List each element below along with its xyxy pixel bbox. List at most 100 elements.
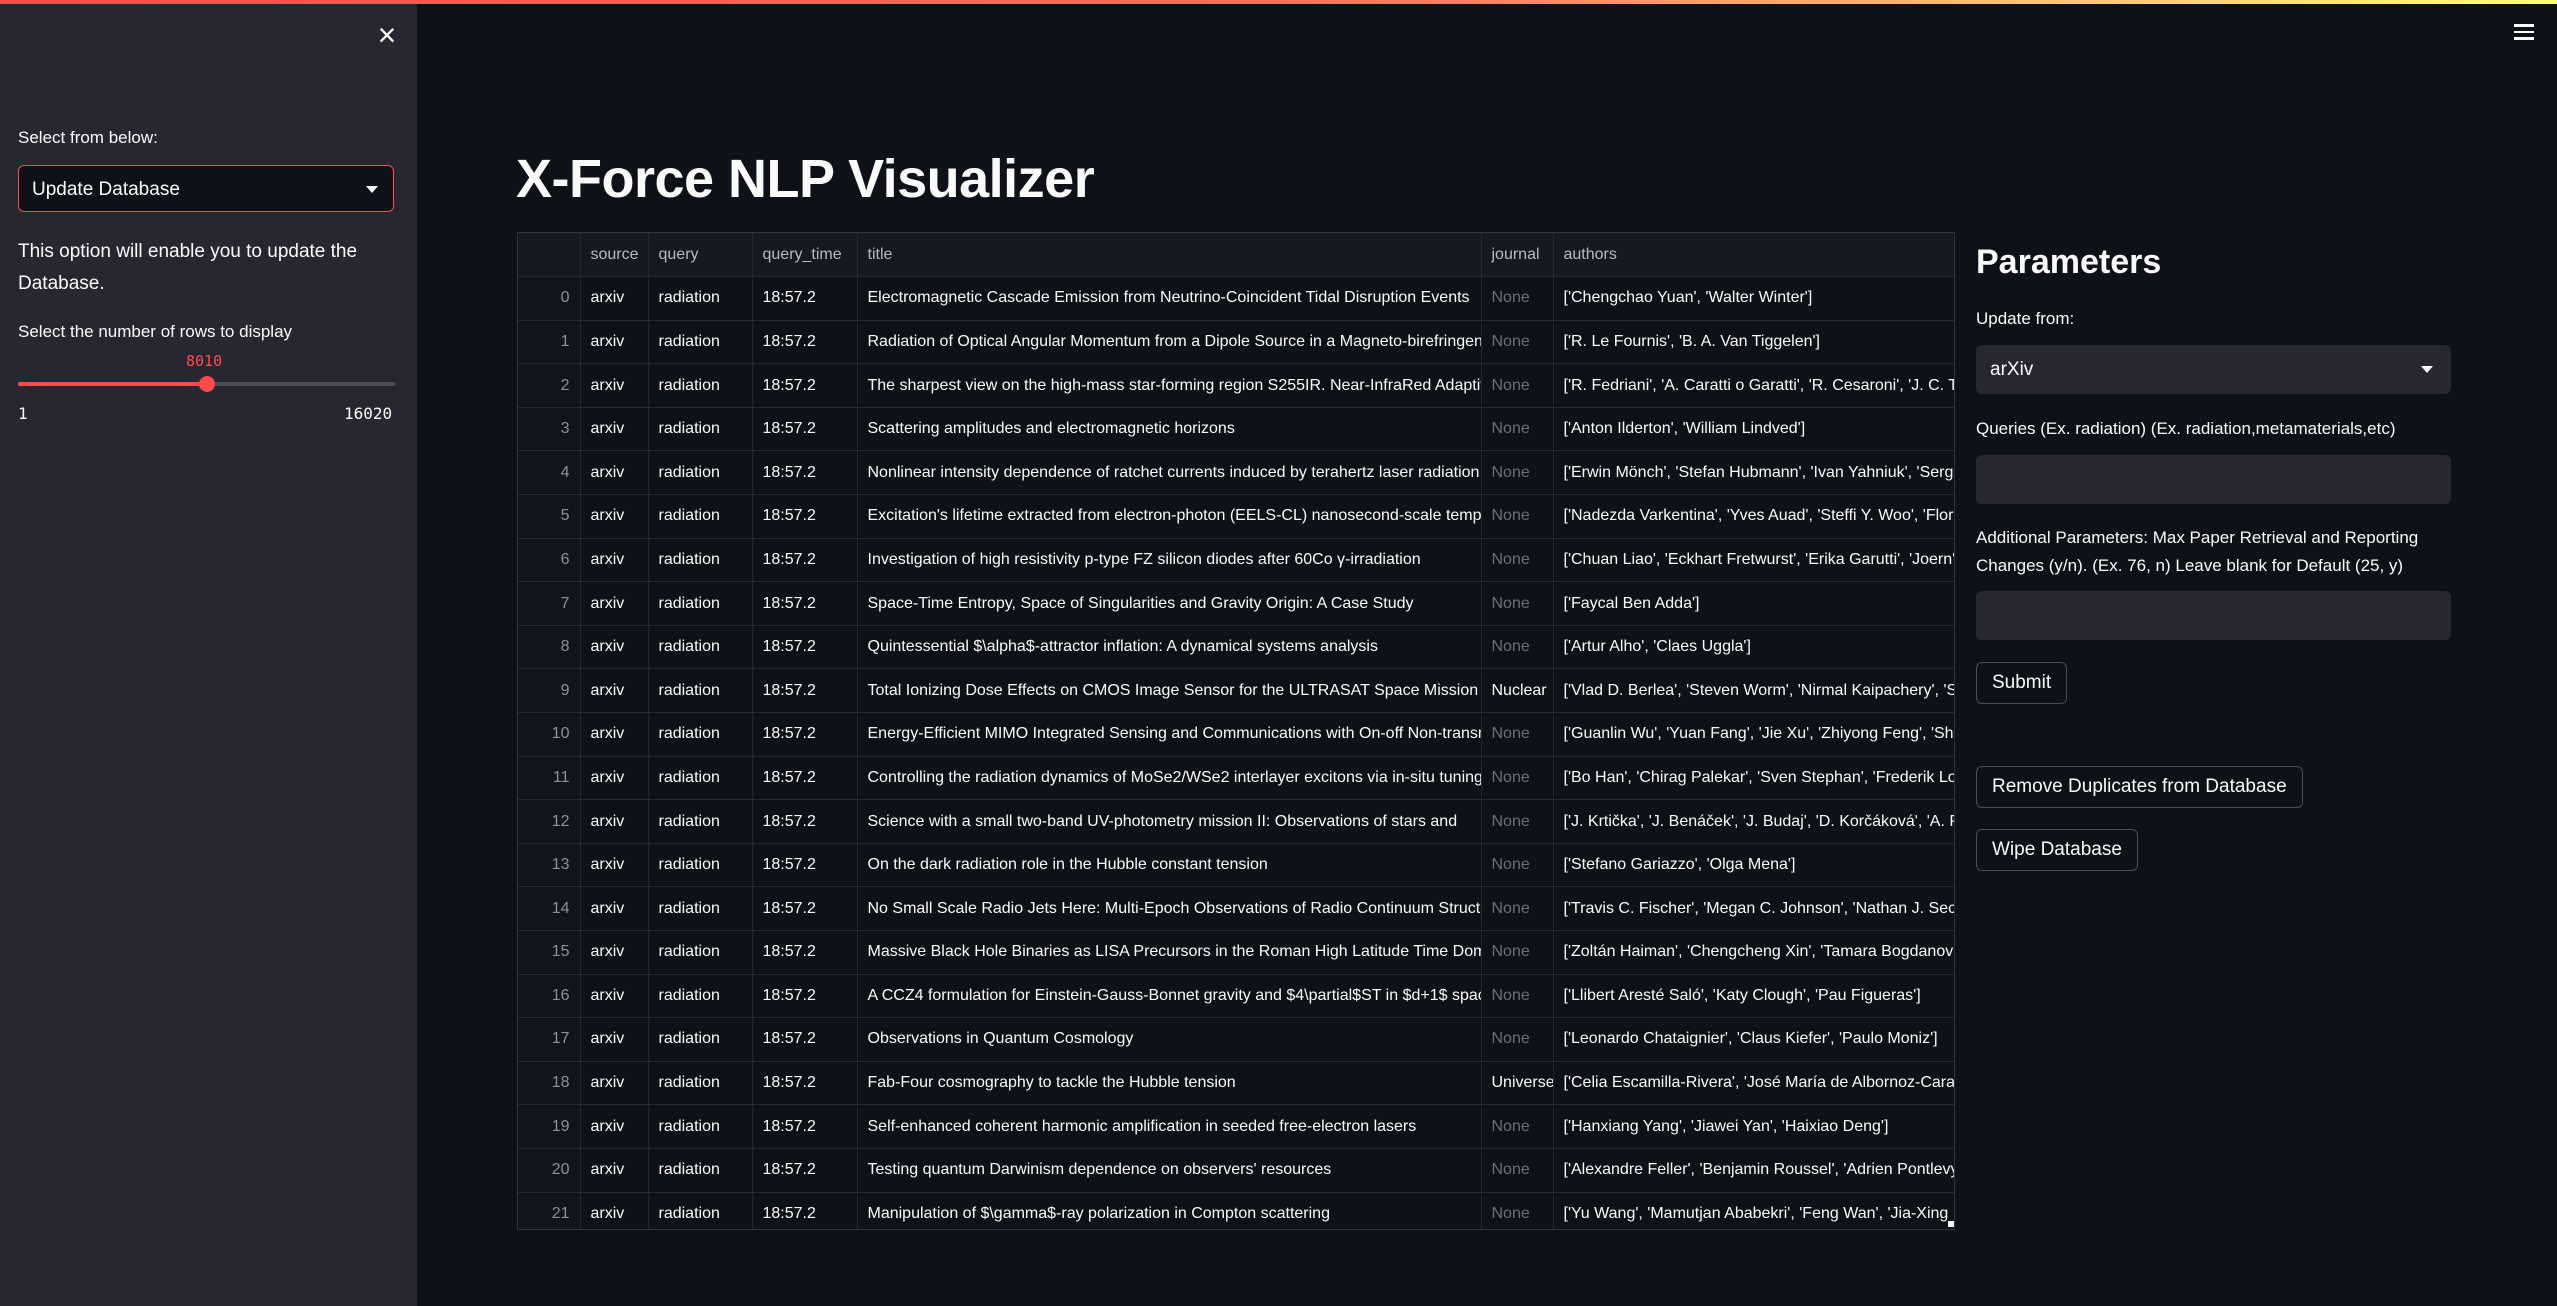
- table-cell[interactable]: arxiv: [580, 843, 649, 888]
- table-cell[interactable]: ['Llibert Aresté Saló', 'Katy Clough', '…: [1553, 974, 1954, 1019]
- table-row[interactable]: 14 arxiv radiation 18:57.2 No Small Scale Ra…: [518, 886, 1954, 931]
- table-cell[interactable]: 18:57.2: [752, 407, 858, 452]
- table-cell[interactable]: radiation: [648, 363, 753, 408]
- table-cell[interactable]: Radiation of Optical Angular Momentum fr…: [857, 320, 1482, 365]
- table-cell[interactable]: 18:57.2: [752, 756, 858, 801]
- table-cell[interactable]: ['Artur Alho', 'Claes Uggla']: [1553, 625, 1954, 670]
- table-row[interactable]: 3 arxiv radiation 18:57.2 Scattering amplitu…: [518, 407, 1954, 452]
- table-cell[interactable]: 16: [518, 974, 581, 1019]
- table-cell[interactable]: radiation: [648, 886, 753, 931]
- table-cell[interactable]: None: [1481, 1148, 1554, 1193]
- table-row[interactable]: 21 arxiv radiation 18:57.2 Manipulation of $…: [518, 1192, 1954, 1229]
- table-cell[interactable]: 0: [518, 276, 581, 321]
- table-cell[interactable]: radiation: [648, 450, 753, 496]
- table-cell[interactable]: Manipulation of $\gamma$-ray polarizatio…: [857, 1192, 1482, 1229]
- table-cell[interactable]: 18:57.2: [752, 363, 858, 408]
- table-row[interactable]: 0 arxiv radiation 18:57.2 Electromagnetic Ca…: [518, 276, 1954, 321]
- table-cell[interactable]: radiation: [648, 974, 753, 1019]
- table-cell[interactable]: 3: [518, 407, 581, 452]
- additional-params-input[interactable]: [1976, 591, 2451, 640]
- table-row[interactable]: 13 arxiv radiation 18:57.2 On the dark radia…: [518, 843, 1954, 888]
- table-row[interactable]: 8 arxiv radiation 18:57.2 Quintessential $\a…: [518, 625, 1954, 670]
- table-cell[interactable]: arxiv: [580, 494, 649, 539]
- table-cell[interactable]: ['Zoltán Haiman', 'Chengcheng Xin', 'Tam…: [1553, 930, 1954, 975]
- table-row[interactable]: 15 arxiv radiation 18:57.2 Massive Black Hol…: [518, 930, 1954, 975]
- column-header[interactable]: authors: [1553, 233, 1954, 278]
- table-cell[interactable]: 21: [518, 1192, 581, 1229]
- remove-duplicates-button[interactable]: Remove Duplicates from Database: [1976, 766, 2303, 808]
- rows-slider-thumb[interactable]: [198, 376, 215, 392]
- table-row[interactable]: 10 arxiv radiation 18:57.2 Energy-Efficient …: [518, 712, 1954, 757]
- table-cell[interactable]: Massive Black Hole Binaries as LISA Prec…: [857, 930, 1482, 975]
- table-cell[interactable]: arxiv: [580, 1017, 649, 1062]
- table-cell[interactable]: arxiv: [580, 712, 649, 757]
- table-cell[interactable]: Nonlinear intensity dependence of ratche…: [857, 450, 1482, 496]
- table-cell[interactable]: 18:57.2: [752, 974, 858, 1019]
- table-cell[interactable]: arxiv: [580, 974, 649, 1019]
- table-cell[interactable]: None: [1481, 712, 1554, 757]
- table-cell[interactable]: ['Chuan Liao', 'Eckhart Fretwurst', 'Eri…: [1553, 538, 1954, 583]
- table-cell[interactable]: None: [1481, 886, 1554, 931]
- table-cell[interactable]: 18:57.2: [752, 668, 858, 714]
- table-cell[interactable]: None: [1481, 843, 1554, 888]
- table-cell[interactable]: None: [1481, 581, 1554, 626]
- table-cell[interactable]: ['Anton Ilderton', 'William Lindved']: [1553, 407, 1954, 452]
- table-row[interactable]: 20 arxiv radiation 18:57.2 Testing quantum D…: [518, 1148, 1954, 1193]
- table-cell[interactable]: radiation: [648, 1061, 753, 1106]
- table-cell[interactable]: Nuclear: [1481, 668, 1554, 714]
- table-cell[interactable]: radiation: [648, 407, 753, 452]
- column-header[interactable]: title: [857, 233, 1482, 278]
- table-cell[interactable]: ['Celia Escamilla-Rivera', 'José María d…: [1553, 1061, 1954, 1106]
- menu-icon[interactable]: [2514, 24, 2534, 44]
- table-cell[interactable]: ['Vlad D. Berlea', 'Steven Worm', 'Nirma…: [1553, 668, 1954, 714]
- table-cell[interactable]: 18:57.2: [752, 712, 858, 757]
- table-cell[interactable]: radiation: [648, 1017, 753, 1062]
- table-row[interactable]: 6 arxiv radiation 18:57.2 Investigation of h…: [518, 538, 1954, 583]
- table-cell[interactable]: arxiv: [580, 1148, 649, 1193]
- table-cell[interactable]: 18:57.2: [752, 843, 858, 888]
- table-cell[interactable]: arxiv: [580, 363, 649, 408]
- table-cell[interactable]: 4: [518, 450, 581, 496]
- table-cell[interactable]: arxiv: [580, 320, 649, 365]
- table-cell[interactable]: None: [1481, 538, 1554, 583]
- table-cell[interactable]: Universe: [1481, 1061, 1554, 1106]
- table-cell[interactable]: Observations in Quantum Cosmology: [857, 1017, 1482, 1062]
- table-cell[interactable]: 18:57.2: [752, 450, 858, 496]
- table-cell[interactable]: No Small Scale Radio Jets Here: Multi-Ep…: [857, 886, 1482, 931]
- table-row[interactable]: 5 arxiv radiation 18:57.2 Excitation's lifet…: [518, 494, 1954, 539]
- table-cell[interactable]: 20: [518, 1148, 581, 1193]
- table-cell[interactable]: ['Travis C. Fischer', 'Megan C. Johnson'…: [1553, 886, 1954, 931]
- table-cell[interactable]: A CCZ4 formulation for Einstein-Gauss-Bo…: [857, 974, 1482, 1019]
- table-cell[interactable]: None: [1481, 930, 1554, 975]
- table-cell[interactable]: ['Erwin Mönch', 'Stefan Hubmann', 'Ivan …: [1553, 450, 1954, 496]
- table-cell[interactable]: arxiv: [580, 1192, 649, 1229]
- column-header[interactable]: journal: [1481, 233, 1554, 278]
- column-header[interactable]: query_time: [752, 233, 858, 278]
- table-cell[interactable]: 18:57.2: [752, 1017, 858, 1062]
- table-cell[interactable]: Controlling the radiation dynamics of Mo…: [857, 756, 1482, 801]
- table-cell[interactable]: ['Hanxiang Yang', 'Jiawei Yan', 'Haixiao…: [1553, 1104, 1954, 1149]
- table-cell[interactable]: 7: [518, 581, 581, 626]
- table-cell[interactable]: 18:57.2: [752, 538, 858, 583]
- table-cell[interactable]: ['Yu Wang', 'Mamutjan Ababekri', 'Feng W…: [1553, 1192, 1954, 1229]
- table-cell[interactable]: Quintessential $\alpha$-attractor inflat…: [857, 625, 1482, 670]
- table-cell[interactable]: 18:57.2: [752, 1148, 858, 1193]
- table-cell[interactable]: arxiv: [580, 276, 649, 321]
- table-cell[interactable]: radiation: [648, 930, 753, 975]
- table-cell[interactable]: radiation: [648, 320, 753, 365]
- table-cell[interactable]: None: [1481, 450, 1554, 496]
- table-cell[interactable]: 8: [518, 625, 581, 670]
- table-cell[interactable]: Scattering amplitudes and electromagneti…: [857, 407, 1482, 452]
- table-cell[interactable]: radiation: [648, 756, 753, 801]
- table-cell[interactable]: radiation: [648, 1148, 753, 1193]
- table-cell[interactable]: None: [1481, 756, 1554, 801]
- table-cell[interactable]: ['Leonardo Chataignier', 'Claus Kiefer',…: [1553, 1017, 1954, 1062]
- table-cell[interactable]: 2: [518, 363, 581, 408]
- column-header[interactable]: [518, 233, 581, 278]
- table-cell[interactable]: radiation: [648, 276, 753, 321]
- table-cell[interactable]: 19: [518, 1104, 581, 1149]
- table-cell[interactable]: 9: [518, 668, 581, 714]
- table-cell[interactable]: radiation: [648, 538, 753, 583]
- table-cell[interactable]: arxiv: [580, 668, 649, 714]
- table-cell[interactable]: None: [1481, 1192, 1554, 1229]
